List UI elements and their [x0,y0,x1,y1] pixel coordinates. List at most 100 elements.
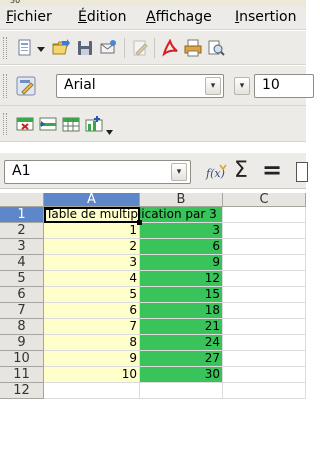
menu-edition-label: dition [86,9,127,25]
font-size-value: 10 [262,77,280,93]
cell-a1[interactable]: Table de multiplication par 3 [44,207,217,223]
column-header-c[interactable]: C [223,193,306,207]
cell-c3[interactable] [223,239,306,255]
menu-fichier-label: ichier [13,9,52,25]
row-header[interactable]: 10 [0,351,44,367]
cell-b3[interactable]: 6 [140,239,223,255]
toolbar-grip[interactable] [3,37,7,59]
sum-icon[interactable]: Σ [234,158,248,183]
save-disk-icon[interactable] [76,39,94,57]
insert-toolbar [0,106,306,142]
function-wizard-label: f(x) [205,167,225,180]
formula-input-field[interactable] [296,162,308,182]
cell-a10[interactable]: 9 [44,351,140,367]
row-header[interactable]: 9 [0,335,44,351]
new-dropdown-arrow-icon[interactable] [37,45,45,53]
cell-a2[interactable]: 1 [44,223,140,239]
cell-b8[interactable]: 21 [140,319,223,335]
row-header[interactable]: 7 [0,303,44,319]
open-folder-icon[interactable] [52,39,70,57]
formatting-toolbar: Arial ▾ 10 ▾ [0,66,314,106]
toolbar-separator [154,38,155,58]
cell-c2[interactable] [223,223,306,239]
print-preview-icon[interactable] [207,39,225,57]
toolbar-separator [124,38,125,58]
export-pdf-icon[interactable] [161,39,179,57]
cell-c9[interactable] [223,335,306,351]
menu-edition[interactable]: Édition [78,9,126,25]
cell-b11[interactable]: 30 [140,367,223,383]
cell-c5[interactable] [223,271,306,287]
row-header[interactable]: 6 [0,287,44,303]
cell-c7[interactable] [223,303,306,319]
cell-c4[interactable] [223,255,306,271]
menu-affichage-mnemonic: A [146,9,156,25]
row-header[interactable]: 3 [0,239,44,255]
cell-b6[interactable]: 15 [140,287,223,303]
cell-c6[interactable] [223,287,306,303]
cell-c8[interactable] [223,319,306,335]
column-header-b[interactable]: B [140,193,223,207]
insert-rows-icon[interactable] [39,115,57,133]
cell-a6[interactable]: 5 [44,287,140,303]
font-name-combo[interactable]: Arial [56,74,224,98]
cell-a5[interactable]: 4 [44,271,140,287]
function-wizard-icon[interactable]: f(x) [205,163,227,181]
cell-b7[interactable]: 18 [140,303,223,319]
menu-fichier[interactable]: Fichier [6,9,52,25]
cell-a3[interactable]: 2 [44,239,140,255]
cell-a4[interactable]: 3 [44,255,140,271]
toolbar-grip[interactable] [3,74,7,98]
styles-formatting-icon[interactable] [16,76,36,96]
name-box-value: A1 [12,163,31,179]
edit-file-icon[interactable] [131,39,149,57]
cell-b5[interactable]: 12 [140,271,223,287]
print-icon[interactable] [184,39,202,57]
font-name-value: Arial [64,77,96,93]
name-box-dropdown-button[interactable]: ▾ [171,163,187,181]
cell-b10[interactable]: 27 [140,351,223,367]
cell-a12[interactable] [44,383,140,399]
partial-top-text: 30 [10,0,21,5]
insert-chart-icon[interactable] [85,115,103,133]
cell-a11[interactable]: 10 [44,367,140,383]
send-email-icon[interactable] [99,39,117,57]
cell-a7[interactable]: 6 [44,303,140,319]
cell-c10[interactable] [223,351,306,367]
font-size-combo[interactable]: 10 [254,74,314,98]
function-equals-icon[interactable]: = [262,156,282,184]
row-header[interactable]: 11 [0,367,44,383]
cell-b9[interactable]: 24 [140,335,223,351]
fill-handle[interactable] [137,220,142,225]
cell-c12[interactable] [223,383,306,399]
toolbar-overflow-arrow-icon[interactable] [106,128,114,136]
row-header[interactable]: 5 [0,271,44,287]
insert-cells-icon[interactable] [16,115,34,133]
formula-bar: A1 ▾ f(x) Σ = [0,153,308,189]
cell-c11[interactable] [223,367,306,383]
font-name-dropdown-button[interactable]: ▾ [205,77,221,95]
name-box[interactable]: A1 [4,160,191,184]
menu-affichage[interactable]: Affichage [146,9,212,25]
cell-b2[interactable]: 3 [140,223,223,239]
toolbar-grip[interactable] [3,113,7,135]
row-header[interactable]: 1 [0,207,44,223]
new-document-icon[interactable] [16,39,34,57]
row-header[interactable]: 12 [0,383,44,399]
select-all-corner[interactable] [0,193,44,207]
row-header[interactable]: 4 [0,255,44,271]
standard-toolbar [0,31,306,65]
row-header[interactable]: 2 [0,223,44,239]
row-header[interactable]: 8 [0,319,44,335]
column-header-a[interactable]: A [44,193,140,207]
cell-a9[interactable]: 8 [44,335,140,351]
cell-c1[interactable] [223,207,306,223]
cell-b4[interactable]: 9 [140,255,223,271]
font-size-dropdown-button[interactable]: ▾ [234,77,250,95]
cell-a8[interactable]: 7 [44,319,140,335]
spreadsheet-grid: A B C 1 Table de multiplication par 32133… [0,193,306,450]
menu-insertion[interactable]: Insertion [235,9,297,25]
insert-table-icon[interactable] [62,115,80,133]
cell-b12[interactable] [140,383,223,399]
menu-fichier-mnemonic: F [6,9,14,25]
